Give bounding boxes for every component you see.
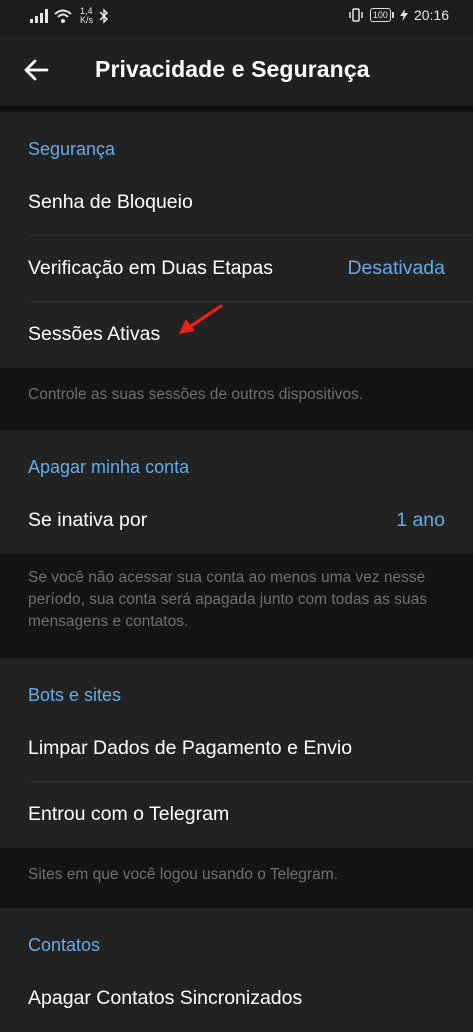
bluetooth-icon <box>99 8 109 24</box>
battery-indicator: 100 <box>369 8 394 22</box>
if-away-for-label: Se inativa por <box>28 509 148 531</box>
section-security: Segurança Senha de Bloqueio Verificação … <box>0 112 473 368</box>
delete-synced-contacts-label: Apagar Contatos Sincronizados <box>28 987 303 1009</box>
if-away-for-value: 1 ano <box>396 509 445 531</box>
two-step-verification-value: Desativada <box>347 257 445 279</box>
section-header-bots-websites: Bots e sites <box>0 658 473 716</box>
annotation-arrow-icon <box>179 304 223 334</box>
section-header-delete-account-label: Apagar minha conta <box>28 457 190 477</box>
status-bar-right: 100 20:16 <box>348 7 449 23</box>
section-bots-websites: Bots e sites Limpar Dados de Pagamento e… <box>0 658 473 848</box>
active-sessions-row[interactable]: Sessões Ativas <box>0 302 473 368</box>
security-hint: Controle as suas sessões de outros dispo… <box>0 368 473 430</box>
settings-list: Segurança Senha de Bloqueio Verificação … <box>0 112 473 1032</box>
clear-payment-info-row[interactable]: Limpar Dados de Pagamento e Envio <box>0 716 473 782</box>
section-delete-account: Apagar minha conta Se inativa por 1 ano <box>0 430 473 554</box>
section-header-delete-account: Apagar minha conta <box>0 430 473 488</box>
delete-account-hint: Se você não acessar sua conta ao menos u… <box>0 554 473 658</box>
charging-icon <box>399 9 408 21</box>
clock: 20:16 <box>413 7 449 23</box>
active-sessions-label: Sessões Ativas <box>28 323 161 345</box>
vibrate-icon <box>349 8 363 22</box>
section-header-security-label: Segurança <box>28 139 116 159</box>
bots-websites-hint-text: Sites em que você logou usando o Telegra… <box>28 866 338 883</box>
section-header-contacts-label: Contatos <box>28 935 101 955</box>
section-header-security: Segurança <box>0 112 473 170</box>
logged-in-with-telegram-row[interactable]: Entrou com o Telegram <box>0 782 473 848</box>
delete-account-hint-text: Se você não acessar sua conta ao menos u… <box>28 569 427 630</box>
section-contacts: Contatos Apagar Contatos Sincronizados <box>0 908 473 1032</box>
logged-in-with-telegram-label: Entrou com o Telegram <box>28 803 230 825</box>
section-header-bots-websites-label: Bots e sites <box>28 685 122 705</box>
if-away-for-row[interactable]: Se inativa por 1 ano <box>0 488 473 554</box>
delete-synced-contacts-row[interactable]: Apagar Contatos Sincronizados <box>0 966 473 1032</box>
status-bar: 1,4 K/s 100 20:16 <box>0 0 473 34</box>
two-step-verification-label: Verificação em Duas Etapas <box>28 257 273 279</box>
back-arrow-icon[interactable] <box>22 56 50 84</box>
status-bar-left: 1,4 K/s <box>30 7 109 25</box>
page-title: Privacidade e Segurança <box>95 56 370 82</box>
two-step-verification-row[interactable]: Verificação em Duas Etapas Desativada <box>0 236 473 302</box>
security-hint-text: Controle as suas sessões de outros dispo… <box>28 386 364 403</box>
wifi-icon <box>54 9 72 23</box>
app-bar: Privacidade e Segurança <box>0 34 473 106</box>
clear-payment-info-label: Limpar Dados de Pagamento e Envio <box>28 737 353 759</box>
cell-signal-icon <box>30 9 48 23</box>
section-header-contacts: Contatos <box>0 908 473 966</box>
passcode-lock-row[interactable]: Senha de Bloqueio <box>0 170 473 236</box>
bots-websites-hint: Sites em que você logou usando o Telegra… <box>0 848 473 908</box>
network-speed: 1,4 K/s <box>80 7 93 25</box>
network-speed-unit: K/s <box>80 15 94 25</box>
passcode-lock-label: Senha de Bloqueio <box>28 191 193 213</box>
